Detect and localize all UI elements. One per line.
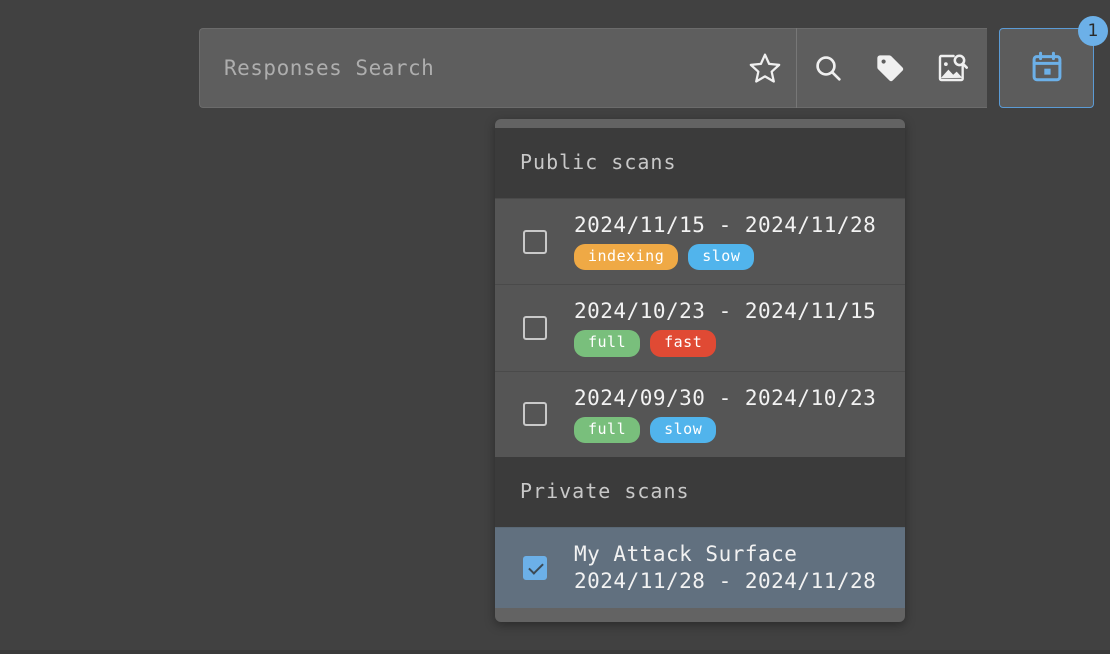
row-body: 2024/11/15 - 2024/11/28 indexing slow [574, 213, 905, 271]
image-search-icon-button[interactable] [921, 28, 983, 108]
status-badge: fast [650, 330, 717, 357]
search-input[interactable] [200, 29, 734, 107]
tag-icon-button[interactable] [859, 28, 921, 108]
status-badge: indexing [574, 244, 679, 271]
panel-top-strip [495, 119, 905, 128]
calendar-filter-wrapper: 1 [999, 16, 1108, 108]
scan-date-range: 2024/11/28 - 2024/11/28 [574, 569, 877, 594]
scan-tags: full slow [574, 416, 905, 443]
scan-date-range: 2024/10/23 - 2024/11/15 [574, 299, 877, 324]
row-checkbox[interactable] [522, 315, 547, 340]
table-row[interactable]: 2024/11/15 - 2024/11/28 indexing slow [495, 198, 905, 285]
calendar-filter-button[interactable] [999, 28, 1094, 108]
image-search-icon [936, 52, 968, 84]
scan-tags: indexing slow [574, 244, 905, 271]
scan-date-range: 2024/11/15 - 2024/11/28 [574, 213, 877, 237]
page-bottom-edge [0, 650, 1110, 654]
star-icon [748, 51, 782, 85]
search-field-group [199, 28, 796, 108]
row-checkbox-cell[interactable] [495, 315, 574, 340]
calendar-filter-badge: 1 [1078, 16, 1108, 46]
search-toolbar: 1 [199, 16, 1108, 108]
row-checkbox-cell[interactable] [495, 555, 574, 580]
row-checkbox-cell[interactable] [495, 402, 574, 427]
scan-selector-dropdown: Public scans 2024/11/15 - 2024/11/28 ind… [495, 119, 905, 622]
calendar-icon [1029, 49, 1065, 88]
row-body: My Attack Surface 2024/11/28 - 2024/11/2… [574, 542, 905, 593]
scan-group-public: Public scans 2024/11/15 - 2024/11/28 ind… [495, 128, 905, 457]
status-badge: full [574, 416, 641, 443]
group-header-public: Public scans [495, 128, 905, 198]
row-body: 2024/09/30 - 2024/10/23 full slow [574, 386, 905, 443]
search-icon [812, 52, 844, 84]
table-row[interactable]: 2024/10/23 - 2024/11/15 full fast [495, 284, 905, 371]
scan-name: My Attack Surface [574, 542, 798, 567]
status-badge: slow [688, 244, 755, 271]
row-checkbox[interactable] [522, 555, 547, 580]
scan-date-range: 2024/09/30 - 2024/10/23 [574, 385, 877, 410]
search-icon-button[interactable] [797, 28, 859, 108]
row-checkbox[interactable] [522, 402, 547, 427]
status-badge: slow [650, 416, 717, 443]
row-checkbox[interactable] [522, 229, 547, 254]
group-header-private: Private scans [495, 456, 905, 527]
row-body: 2024/10/23 - 2024/11/15 full fast [574, 299, 905, 357]
search-icon-group [797, 28, 987, 108]
scan-tags: full fast [574, 330, 905, 357]
panel-bottom-strip [495, 607, 905, 622]
row-checkbox-cell[interactable] [495, 229, 574, 254]
scan-group-private: Private scans My Attack Surface 2024/11/… [495, 456, 905, 608]
tag-icon [874, 52, 906, 84]
table-row[interactable]: My Attack Surface 2024/11/28 - 2024/11/2… [495, 526, 905, 608]
status-badge: full [574, 330, 641, 357]
star-icon-button[interactable] [734, 28, 796, 108]
table-row[interactable]: 2024/09/30 - 2024/10/23 full slow [495, 370, 905, 457]
